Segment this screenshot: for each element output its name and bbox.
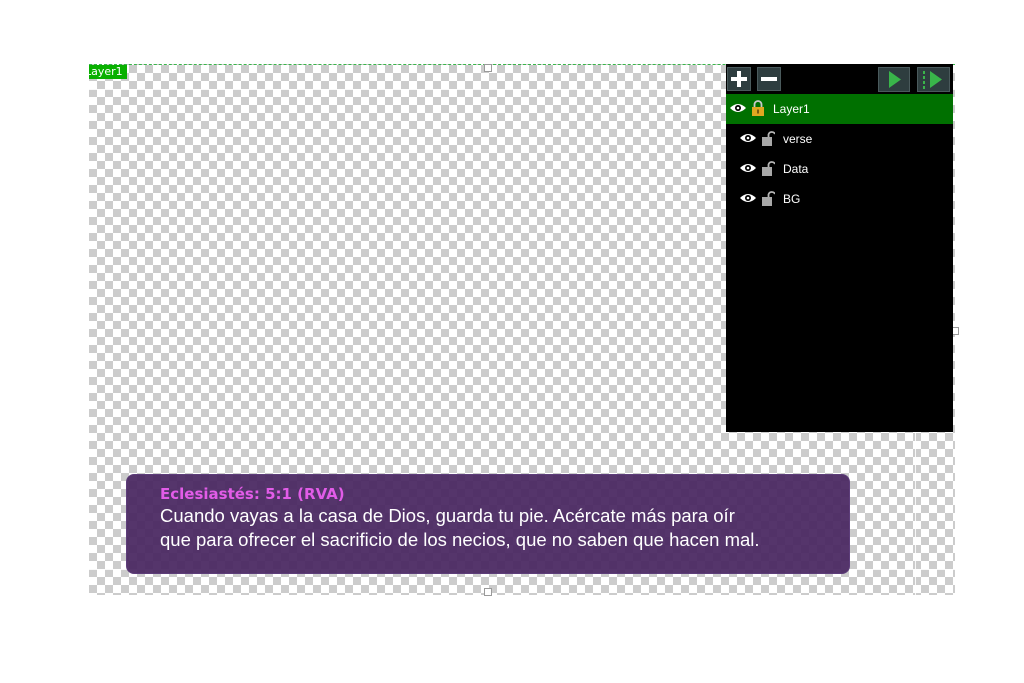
verse-lower-third[interactable]: Eclesiastés: 5:1 (RVA) Cuando vayas a la…: [126, 474, 850, 574]
play-button[interactable]: [878, 67, 910, 92]
verse-text-line-2: que para ofrecer el sacrificio de los ne…: [160, 529, 760, 550]
eye-icon[interactable]: [739, 192, 757, 204]
unlock-icon[interactable]: [761, 160, 775, 176]
verse-text-line-1: Cuando vayas a la casa de Dios, guarda t…: [160, 505, 735, 526]
eye-icon[interactable]: [739, 162, 757, 174]
add-layer-button[interactable]: [727, 67, 751, 91]
play-step-icon: [923, 71, 942, 89]
layer-row-verse[interactable]: verse: [726, 124, 953, 154]
layer-tag: Layer1: [89, 65, 127, 79]
layer-row-data[interactable]: Data: [726, 154, 953, 184]
layer-row-layer1[interactable]: Layer1: [726, 94, 953, 124]
eye-icon[interactable]: [729, 102, 747, 114]
layer-name: verse: [783, 132, 813, 146]
unlock-icon[interactable]: [761, 190, 775, 206]
eye-icon[interactable]: [739, 132, 757, 144]
play-step-button[interactable]: [917, 67, 950, 92]
layer-row-bg[interactable]: BG: [726, 184, 953, 214]
lock-icon[interactable]: [751, 100, 765, 116]
resize-handle-bottom[interactable]: [484, 588, 492, 596]
layer-name: BG: [783, 192, 801, 206]
resize-handle-top[interactable]: [484, 64, 492, 72]
unlock-icon[interactable]: [761, 130, 775, 146]
layers-panel: Layer1 verse Data BG: [726, 64, 953, 432]
layer-name: Data: [783, 162, 809, 176]
remove-layer-button[interactable]: [757, 67, 781, 91]
verse-reference: Eclesiastés: 5:1 (RVA): [160, 485, 345, 503]
play-icon: [889, 71, 901, 88]
layer-name: Layer1: [773, 102, 810, 116]
remove-icon: [761, 77, 777, 81]
add-icon: [731, 71, 747, 87]
